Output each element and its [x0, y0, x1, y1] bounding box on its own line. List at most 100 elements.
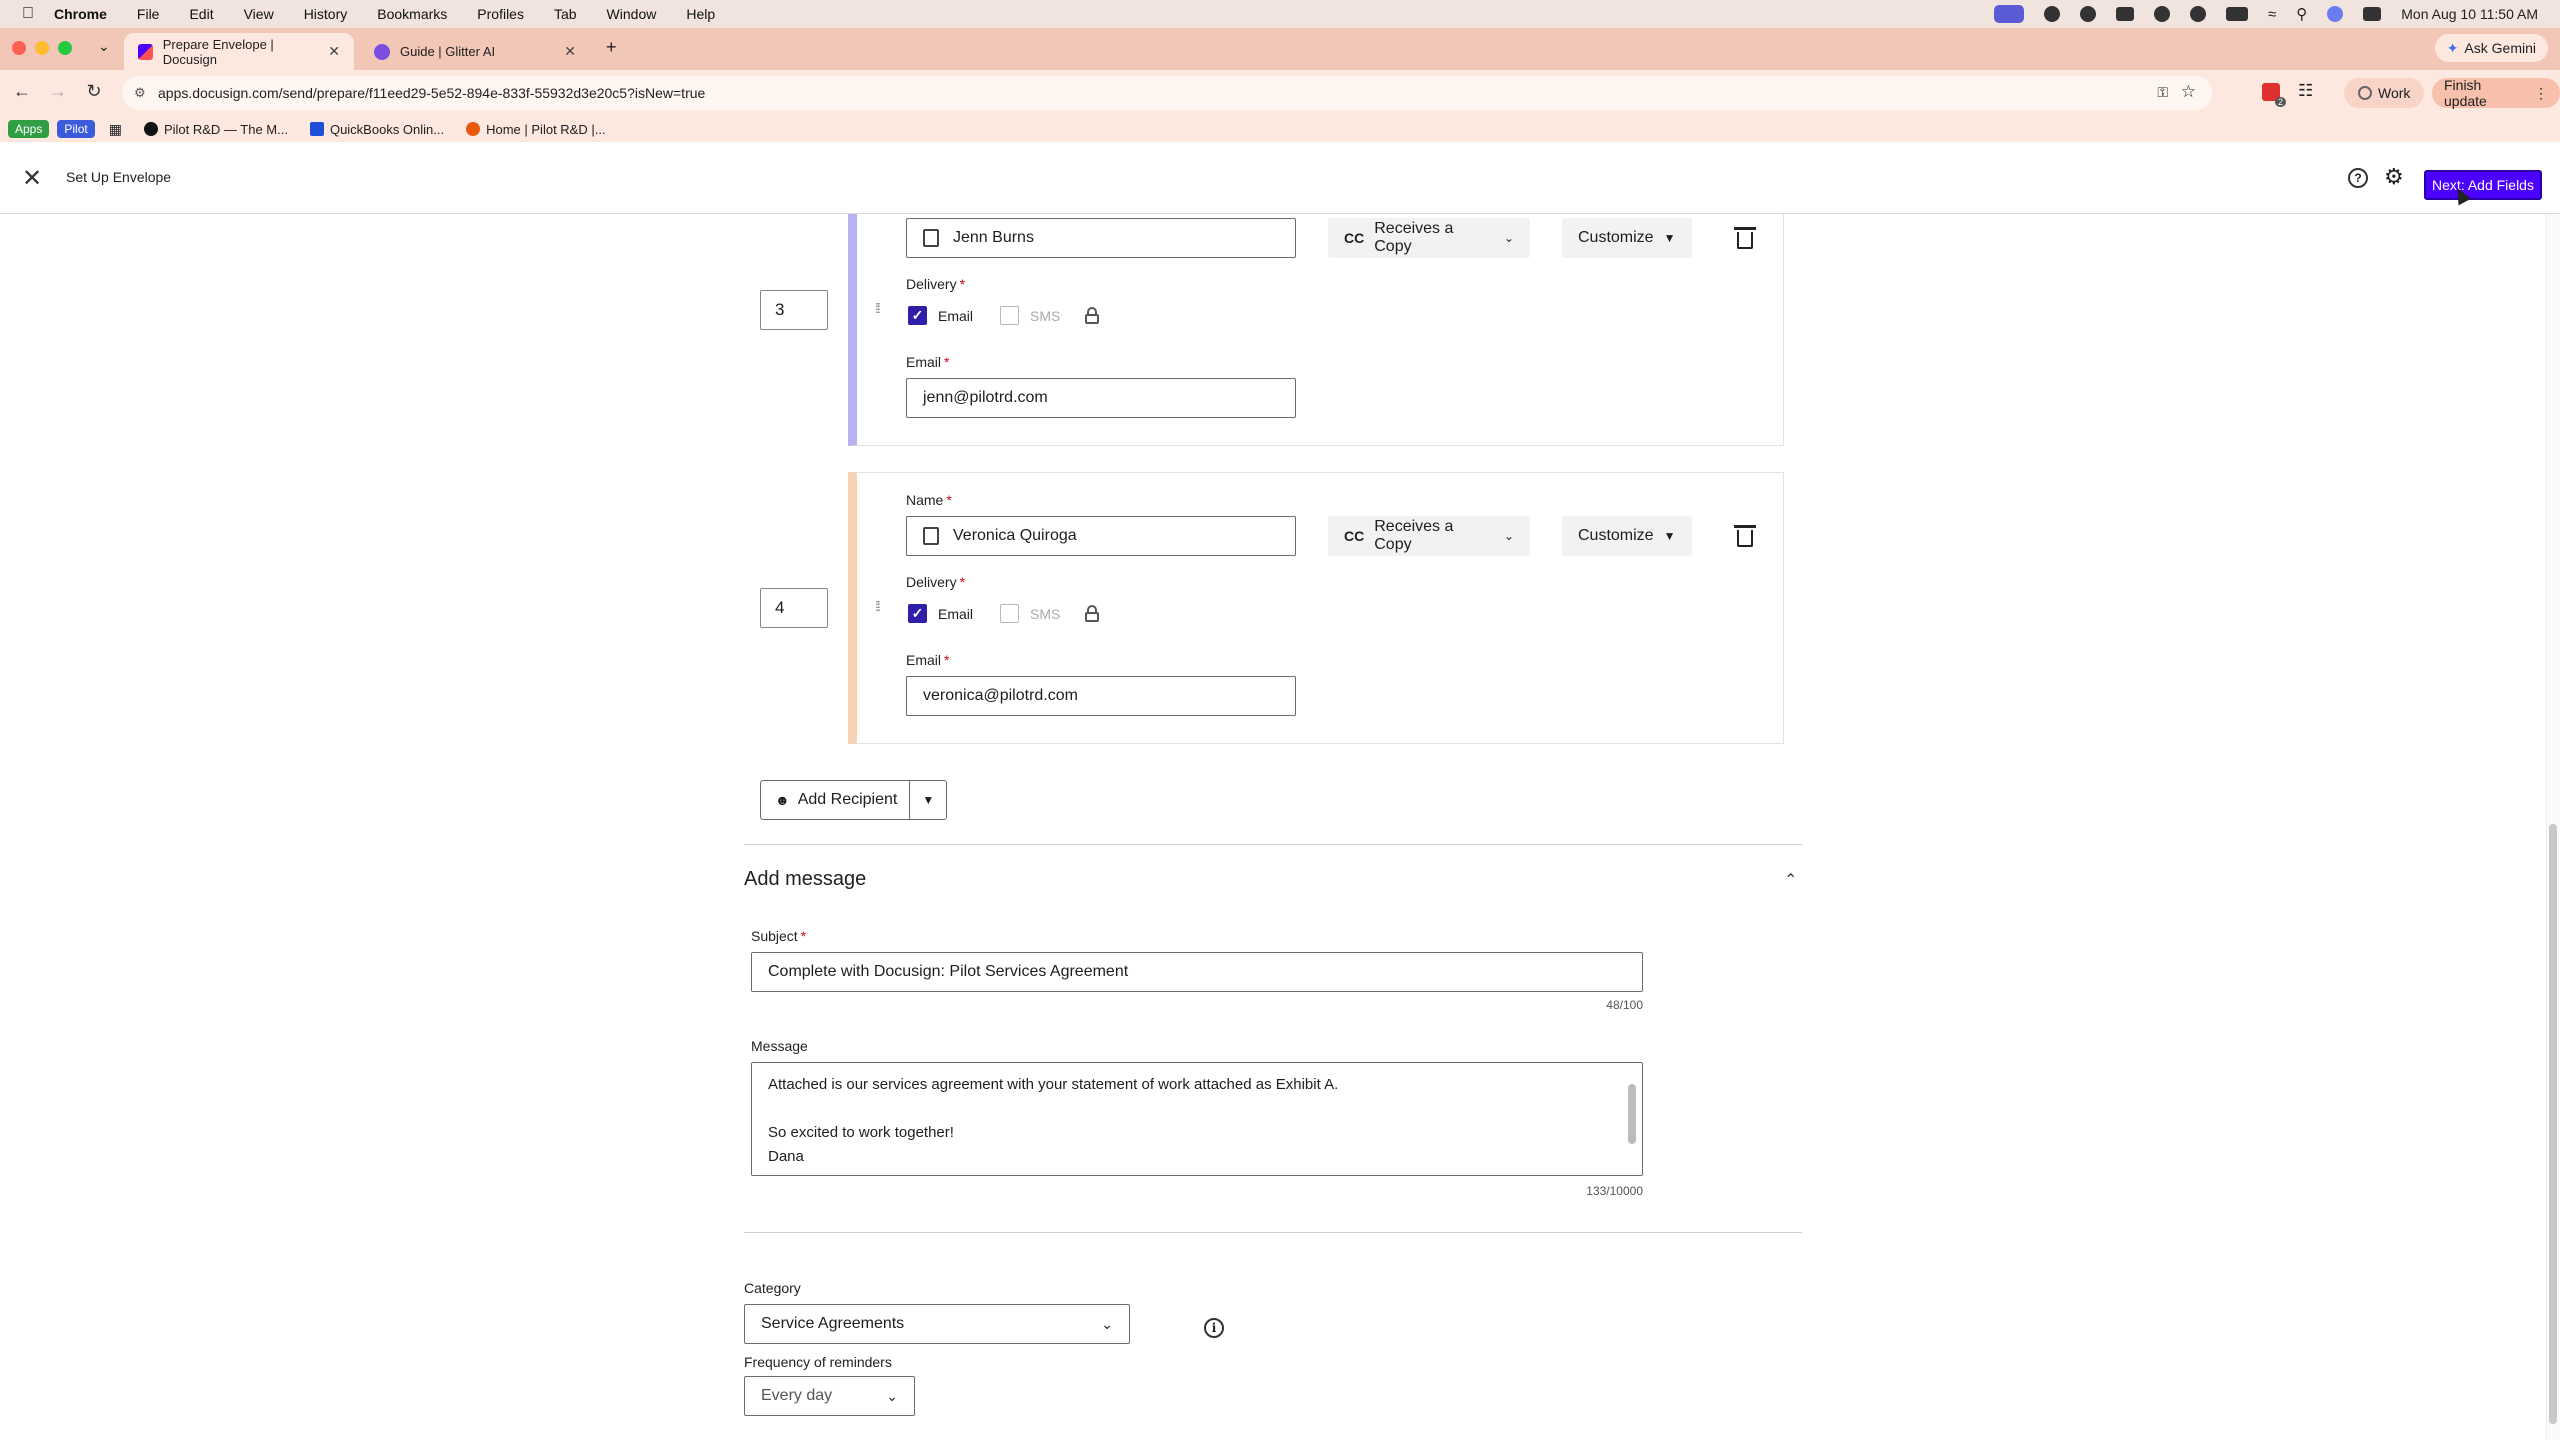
- page-scrollbar-thumb[interactable]: [2549, 824, 2557, 1424]
- close-icon[interactable]: ✕: [22, 164, 42, 193]
- section-divider: [744, 1232, 1802, 1233]
- finish-update-label: Finish update: [2444, 77, 2487, 109]
- menu-history[interactable]: History: [304, 6, 348, 22]
- battery-icon[interactable]: [2226, 7, 2249, 21]
- person-icon: ☻: [775, 792, 790, 808]
- add-recipient-menu-button[interactable]: ▼: [910, 781, 946, 819]
- recipient-email-value: veronica@pilotrd.com: [923, 687, 1078, 704]
- menu-tab[interactable]: Tab: [554, 6, 577, 22]
- recipient-name-input[interactable]: Jenn Burns: [906, 218, 1296, 258]
- help-icon[interactable]: ?: [2348, 168, 2368, 188]
- recipient-email-input[interactable]: jenn@pilotrd.com: [906, 378, 1296, 418]
- email-delivery-label: Email: [938, 606, 974, 622]
- moon-icon[interactable]: [2190, 6, 2207, 22]
- menu-window[interactable]: Window: [607, 6, 657, 22]
- tab-docusign[interactable]: Prepare Envelope | Docusign ✕: [124, 33, 354, 70]
- apple-icon[interactable]: : [22, 5, 40, 23]
- delete-recipient-icon[interactable]: [1734, 525, 1756, 547]
- delivery-label: Delivery *: [906, 574, 966, 590]
- tab-search-icon[interactable]: ⌄: [98, 38, 110, 55]
- reminders-label: Frequency of reminders: [744, 1354, 892, 1370]
- reminders-select[interactable]: Every day ⌄: [744, 1376, 915, 1416]
- close-tab-icon[interactable]: ✕: [328, 43, 340, 60]
- contacts-icon[interactable]: [923, 527, 939, 545]
- zoom-window-button[interactable]: [58, 41, 72, 55]
- next-button-label: Next: Add Fields: [2432, 177, 2534, 193]
- address-bar[interactable]: ⚙ apps.docusign.com/send/prepare/f11eed2…: [122, 76, 2212, 110]
- routing-order-input[interactable]: 3: [760, 290, 828, 330]
- back-icon[interactable]: ←: [10, 81, 34, 102]
- wifi-icon[interactable]: ≈: [2268, 6, 2276, 23]
- control-center-icon[interactable]: [2363, 7, 2382, 21]
- info-icon[interactable]: i: [1204, 1318, 1224, 1338]
- bookmark-quickbooks[interactable]: QuickBooks Onlin...: [309, 122, 444, 137]
- reload-icon[interactable]: ↻: [82, 81, 106, 102]
- subject-input[interactable]: Complete with Docusign: Pilot Services A…: [751, 952, 1643, 992]
- profile-name: Work: [2378, 85, 2411, 101]
- email-delivery-checkbox[interactable]: ✓: [908, 306, 927, 325]
- next-add-fields-button[interactable]: Next: Add Fields: [2424, 170, 2542, 200]
- password-key-icon[interactable]: ⚿: [2157, 84, 2168, 101]
- recipient-name-value: Veronica Quiroga: [953, 527, 1077, 544]
- minimize-window-button[interactable]: [35, 41, 49, 55]
- search-status-icon[interactable]: [2044, 6, 2061, 22]
- menu-file[interactable]: File: [137, 6, 160, 22]
- menu-bookmarks[interactable]: Bookmarks: [377, 6, 447, 22]
- menu-extra-icon[interactable]: [2116, 7, 2135, 21]
- close-tab-icon[interactable]: ✕: [564, 43, 576, 60]
- chevron-up-icon[interactable]: ⌃: [1784, 870, 1797, 890]
- ask-gemini-button[interactable]: ✦ Ask Gemini: [2434, 34, 2548, 62]
- contacts-icon[interactable]: [923, 229, 939, 247]
- sun-icon[interactable]: [2080, 6, 2097, 22]
- docusign-favicon: [138, 43, 153, 60]
- recipient-role-dropdown[interactable]: CC Receives a Copy ⌄: [1328, 516, 1530, 556]
- bookmark-home-pilot[interactable]: Home | Pilot R&D |...: [466, 122, 606, 137]
- bookmark-favicon: [466, 122, 481, 136]
- email-delivery-checkbox[interactable]: ✓: [908, 604, 927, 623]
- bookmark-pilot[interactable]: Pilot: [57, 120, 95, 138]
- drag-handle-icon[interactable]: ⁞⁞: [875, 598, 881, 614]
- extension-icon[interactable]: 2: [2262, 83, 2286, 107]
- customize-dropdown[interactable]: Customize ▼: [1562, 218, 1692, 258]
- new-tab-icon[interactable]: +: [606, 37, 617, 58]
- tab-glitter[interactable]: Guide | Glitter AI ✕: [360, 33, 590, 70]
- menu-view[interactable]: View: [244, 6, 274, 22]
- finish-update-button[interactable]: Finish update ⋮: [2432, 77, 2560, 109]
- sms-delivery-checkbox[interactable]: [1000, 306, 1019, 325]
- menu-help[interactable]: Help: [686, 6, 715, 22]
- extensions-puzzle-icon[interactable]: ☷: [2298, 81, 2313, 101]
- drag-handle-icon[interactable]: ⁞⁞: [875, 300, 881, 316]
- recipient-role-dropdown[interactable]: CC Receives a Copy ⌄: [1328, 218, 1530, 258]
- bookmark-apps[interactable]: Apps: [8, 120, 50, 138]
- forward-icon[interactable]: →: [46, 81, 70, 102]
- recipient-name-input[interactable]: Veronica Quiroga: [906, 516, 1296, 556]
- category-select[interactable]: Service Agreements ⌄: [744, 1304, 1130, 1344]
- routing-order-input[interactable]: 4: [760, 588, 828, 628]
- message-label: Message: [751, 1038, 808, 1054]
- url-text: apps.docusign.com/send/prepare/f11eed29-…: [158, 85, 706, 101]
- menu-profiles[interactable]: Profiles: [477, 6, 524, 22]
- add-recipient-button[interactable]: ☻ Add Recipient: [761, 781, 911, 819]
- screen-record-icon[interactable]: [1994, 5, 2025, 23]
- spotlight-icon[interactable]: ⚲: [2296, 5, 2307, 23]
- message-textarea[interactable]: Attached is our services agreement with …: [751, 1062, 1643, 1176]
- recipient-email-input[interactable]: veronica@pilotrd.com: [906, 676, 1296, 716]
- menu-app-name[interactable]: Chrome: [54, 6, 107, 22]
- customize-dropdown[interactable]: Customize ▼: [1562, 516, 1692, 556]
- siri-icon[interactable]: [2327, 6, 2344, 22]
- profile-chip[interactable]: Work: [2344, 78, 2425, 108]
- bookmark-star-icon[interactable]: ☆: [2181, 82, 2196, 102]
- delete-recipient-icon[interactable]: [1734, 227, 1756, 249]
- site-info-icon[interactable]: ⚙: [134, 85, 146, 101]
- message-scrollbar[interactable]: [1628, 1084, 1636, 1144]
- menu-edit[interactable]: Edit: [189, 6, 213, 22]
- bookmark-pilot-rd[interactable]: Pilot R&D — The M...: [143, 122, 288, 137]
- close-window-button[interactable]: [12, 41, 26, 55]
- status-area: ≈ ⚲ Mon Aug 10 11:50 AM: [1994, 0, 2538, 28]
- apps-grid-icon[interactable]: ▦: [109, 121, 122, 138]
- settings-gear-icon[interactable]: ⚙: [2384, 164, 2404, 190]
- settings-status-icon[interactable]: [2154, 6, 2171, 22]
- clock[interactable]: Mon Aug 10 11:50 AM: [2401, 6, 2538, 22]
- sms-delivery-checkbox[interactable]: [1000, 604, 1019, 623]
- page-scrollbar[interactable]: [2546, 214, 2560, 1440]
